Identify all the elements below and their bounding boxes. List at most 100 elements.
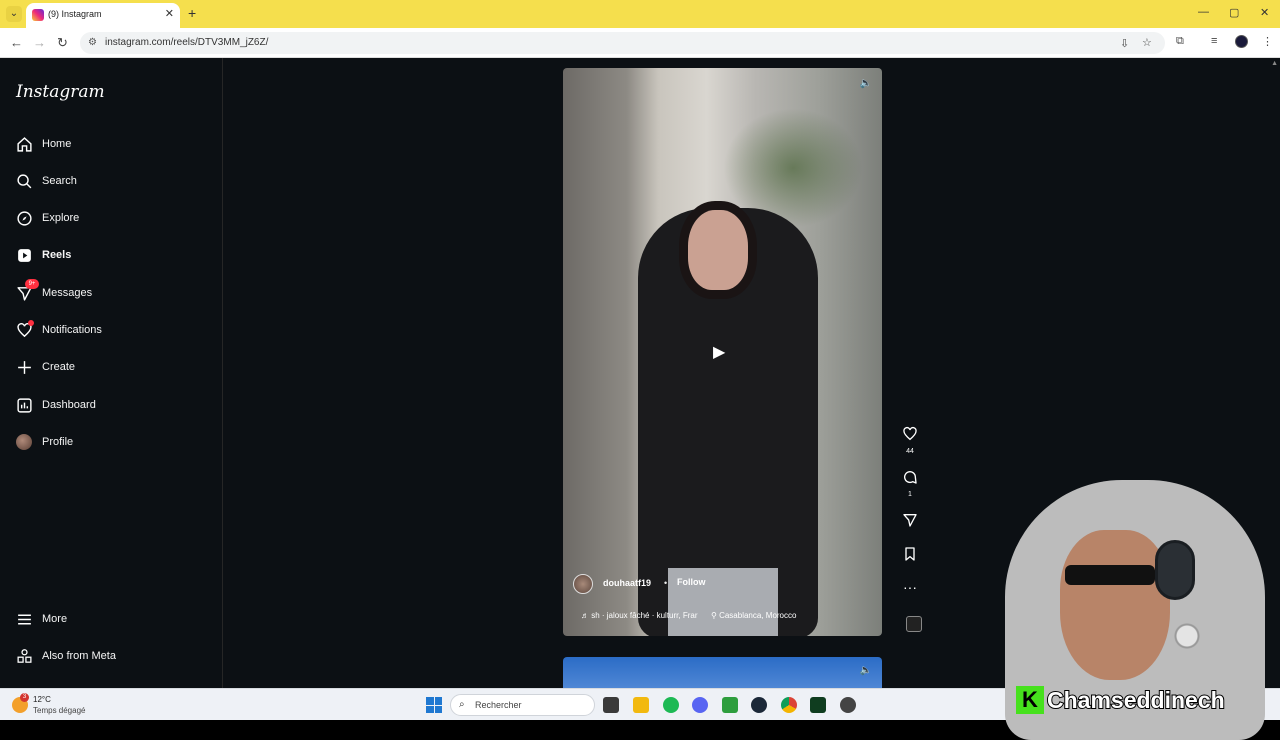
- extensions-icon[interactable]: ⧉: [1176, 35, 1184, 48]
- sidebar-item-label: Create: [42, 361, 76, 373]
- sidebar-item-home[interactable]: Home: [16, 134, 206, 158]
- sidebar-item-label: Search: [42, 175, 77, 187]
- sidebar-item-label: Messages: [42, 287, 93, 299]
- streamer-name-banner: K Chamseddinech: [1016, 686, 1226, 716]
- sidebar-item-explore[interactable]: Explore: [16, 208, 206, 232]
- windows-logo-tile: [426, 697, 434, 705]
- app-record-icon[interactable]: [840, 697, 856, 713]
- avatar[interactable]: [573, 574, 593, 594]
- comment-button[interactable]: 1: [896, 469, 924, 498]
- terminal-icon[interactable]: [810, 697, 826, 713]
- sidebar-item-create[interactable]: Create: [16, 357, 206, 381]
- reel-location-link[interactable]: ⚲ Casablanca, Morocco: [711, 611, 796, 620]
- install-app-icon[interactable]: ⇩: [1120, 37, 1129, 50]
- volume-icon[interactable]: 🔈: [858, 78, 874, 94]
- discord-icon[interactable]: [692, 697, 708, 713]
- sidebar-item-messages[interactable]: 9+ Messages: [16, 279, 206, 307]
- reel-username[interactable]: douhaatf19: [603, 578, 651, 588]
- comment-count: 1: [908, 491, 912, 498]
- follow-button[interactable]: Follow: [677, 577, 706, 587]
- reload-icon[interactable]: ↻: [57, 35, 68, 51]
- like-count: 44: [906, 448, 914, 455]
- webcam-face: [1060, 530, 1170, 680]
- app-green-icon[interactable]: [722, 697, 738, 713]
- sidebar-item-label: Reels: [42, 249, 72, 261]
- hamburger-menu-icon: [18, 614, 31, 625]
- webcam-overlay: [985, 470, 1280, 740]
- heart-icon: [903, 426, 917, 441]
- audio-thumbnail[interactable]: [906, 616, 922, 632]
- sidebar-item-label: Dashboard: [42, 399, 96, 411]
- sidebar-item-label: More: [42, 613, 68, 625]
- compass-icon: [17, 211, 32, 226]
- streamer-initial: K: [1016, 686, 1044, 714]
- start-button[interactable]: [426, 697, 442, 713]
- ellipsis-icon: ···: [903, 579, 917, 595]
- maximize-button[interactable]: ▢: [1229, 6, 1239, 19]
- forward-arrow-icon[interactable]: →: [33, 35, 46, 50]
- reels-icon: [18, 249, 31, 262]
- url-text[interactable]: instagram.com/reels/DTV3MM_jZ6Z/: [105, 37, 268, 48]
- browser-toolbar: ← → ↻ ⚙ instagram.com/reels/DTV3MM_jZ6Z/…: [0, 28, 1280, 58]
- sidebar-item-dashboard[interactable]: Dashboard: [16, 395, 206, 419]
- windows-logo-tile: [434, 705, 442, 713]
- sidebar-item-more[interactable]: More: [16, 609, 206, 633]
- sidebar: Instagram Home Search Explore Reels 9+ M…: [0, 58, 223, 688]
- volume-icon[interactable]: 🔈: [858, 665, 874, 681]
- bookmark-star-icon[interactable]: ☆: [1142, 36, 1152, 49]
- reel-audio-link[interactable]: ♬ sh · jaloux fâché · kulturr, Frar: [581, 611, 697, 620]
- sidebar-item-notifications[interactable]: Notifications: [16, 320, 206, 344]
- browser-profile-avatar[interactable]: [1235, 35, 1248, 48]
- instagram-favicon-icon: [32, 9, 44, 21]
- site-info-icon[interactable]: ⚙: [88, 37, 97, 48]
- video-frame-person-head: [688, 210, 748, 290]
- tab-title: (9) Instagram: [48, 9, 102, 19]
- browser-menu-icon[interactable]: ⋮: [1262, 35, 1273, 48]
- file-explorer-icon[interactable]: [633, 697, 649, 713]
- like-button[interactable]: 44: [896, 426, 924, 455]
- separator-dot: •: [664, 578, 668, 588]
- weather-description[interactable]: Temps dégagé: [33, 706, 85, 715]
- back-arrow-icon[interactable]: ←: [10, 35, 23, 50]
- share-button[interactable]: [896, 512, 924, 533]
- sidebar-item-reels[interactable]: Reels: [16, 245, 206, 269]
- share-icon: [903, 514, 917, 527]
- webcam-sunglasses: [1065, 565, 1155, 585]
- spotify-icon[interactable]: [663, 697, 679, 713]
- tab-close-button[interactable]: ✕: [165, 7, 174, 20]
- webcam-headset: [1155, 540, 1195, 600]
- close-window-button[interactable]: ✕: [1260, 6, 1269, 19]
- more-options-button[interactable]: ···: [896, 579, 924, 597]
- media-controls-icon[interactable]: ≡: [1211, 35, 1217, 47]
- windows-logo-tile: [434, 697, 442, 705]
- weather-badge: 3: [20, 693, 29, 702]
- bookmark-icon: [905, 547, 915, 561]
- browser-tab-bar: ⌄ (9) Instagram ✕ + — ▢ ✕: [0, 0, 1280, 28]
- reel-video[interactable]: 🔈 ▶ douhaatf19 • Follow ♬ sh · jaloux fâ…: [563, 68, 882, 636]
- chrome-icon[interactable]: [781, 697, 797, 713]
- plus-icon: [18, 361, 31, 374]
- weather-temperature[interactable]: 12°C: [33, 695, 51, 704]
- play-icon[interactable]: ▶: [713, 342, 725, 362]
- save-button[interactable]: [896, 546, 924, 567]
- minimize-button[interactable]: —: [1198, 6, 1209, 18]
- address-bar[interactable]: ⚙ instagram.com/reels/DTV3MM_jZ6Z/ ⇩ ☆: [80, 32, 1165, 54]
- steam-icon[interactable]: [751, 697, 767, 713]
- new-tab-button[interactable]: +: [188, 5, 196, 21]
- sidebar-item-also-from-meta[interactable]: Also from Meta: [16, 646, 206, 670]
- taskbar-search[interactable]: ⌕ Rechercher: [450, 694, 595, 716]
- sidebar-item-profile[interactable]: Profile: [16, 432, 206, 456]
- sidebar-item-label: Also from Meta: [42, 650, 116, 662]
- windows-logo-tile: [426, 705, 434, 713]
- reel-meta: ♬ sh · jaloux fâché · kulturr, Frar ⚲ Ca…: [581, 611, 796, 620]
- sidebar-item-search[interactable]: Search: [16, 171, 206, 195]
- task-view-icon[interactable]: [603, 697, 619, 713]
- browser-tab-instagram[interactable]: (9) Instagram ✕: [26, 3, 180, 28]
- taskbar-search-placeholder: Rechercher: [475, 700, 522, 710]
- instagram-logo[interactable]: Instagram: [16, 82, 105, 102]
- scroll-up-arrow-icon[interactable]: ▲: [1271, 60, 1278, 67]
- streamer-name: Chamseddinech: [1046, 686, 1226, 714]
- meta-apps-icon: [17, 649, 32, 663]
- tab-search-menu-button[interactable]: ⌄: [6, 6, 22, 22]
- sidebar-item-label: Home: [42, 138, 72, 150]
